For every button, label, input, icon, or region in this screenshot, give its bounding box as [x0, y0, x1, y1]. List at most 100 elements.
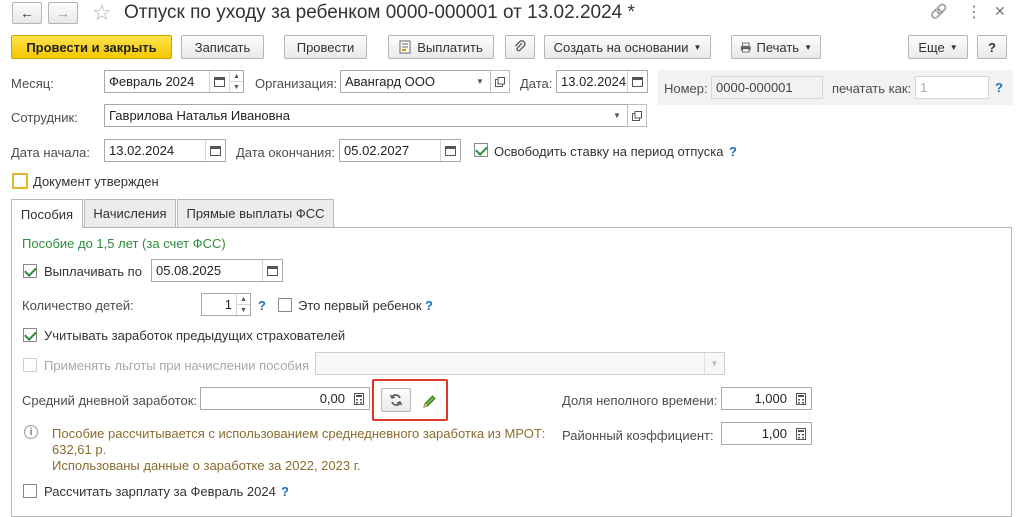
help-icon[interactable]: ? — [258, 298, 266, 313]
first-child-label: Это первый ребенок — [298, 298, 422, 313]
chevron-down-icon: ▼ — [949, 42, 958, 52]
link-icon[interactable]: 🔗 — [930, 3, 947, 20]
pay-until-checkbox[interactable] — [23, 264, 37, 278]
forward-button[interactable]: → — [48, 2, 78, 24]
avg-daily-field[interactable]: 0,00 — [200, 387, 370, 410]
more-menu-icon[interactable]: ⋮ — [966, 2, 982, 22]
favorite-star-icon[interactable]: ☆ — [92, 0, 112, 26]
save-label: Записать — [194, 39, 251, 55]
tab-fss-payments[interactable]: Прямые выплаты ФСС — [177, 199, 334, 227]
calendar-icon — [267, 265, 278, 276]
edit-button[interactable] — [418, 390, 440, 412]
pencil-icon — [422, 394, 436, 408]
apply-benefits-checkbox[interactable] — [23, 358, 37, 372]
end-date-label: Дата окончания: — [236, 145, 335, 160]
first-child-checkbox[interactable] — [278, 298, 292, 312]
avg-daily-label: Средний дневной заработок: — [22, 393, 198, 408]
help-button[interactable]: ? — [977, 35, 1007, 59]
prev-insurers-checkbox[interactable] — [23, 328, 37, 342]
print-button[interactable]: Печать ▼ — [731, 35, 821, 59]
calendar-button[interactable] — [209, 71, 229, 92]
info-icon: i — [24, 425, 38, 439]
children-stepper-buttons[interactable]: ▲ ▼ — [236, 294, 250, 315]
dropdown-button[interactable]: ▼ — [470, 71, 490, 92]
avg-daily-value: 0,00 — [319, 391, 345, 406]
tab-benefits[interactable]: Пособия — [11, 199, 83, 228]
section-title: Пособие до 1,5 лет (за счет ФСС) — [22, 236, 226, 251]
employee-field[interactable]: Гаврилова Наталья Ивановна ▼ — [104, 104, 628, 127]
print-as-field[interactable]: 1 — [915, 76, 989, 99]
number-field[interactable]: 0000-000001 — [711, 76, 823, 99]
calendar-icon — [214, 76, 225, 87]
calendar-icon — [632, 76, 643, 87]
calendar-button[interactable] — [440, 140, 460, 161]
pay-until-field[interactable]: 05.08.2025 — [151, 259, 283, 282]
open-organization-button[interactable] — [490, 70, 510, 93]
attach-button[interactable] — [505, 35, 535, 59]
help-icon[interactable]: ? — [729, 144, 737, 159]
approved-checkbox[interactable] — [12, 173, 28, 189]
benefits-select-value — [316, 353, 704, 374]
help-icon[interactable]: ? — [425, 298, 433, 313]
more-button[interactable]: Еще ▼ — [908, 35, 968, 59]
part-time-field[interactable]: 1,000 — [721, 387, 812, 410]
tab-benefits-label: Пособия — [20, 206, 74, 222]
back-button[interactable]: ← — [12, 2, 42, 24]
regional-coef-field[interactable]: 1,00 — [721, 422, 812, 445]
calendar-button[interactable] — [627, 71, 647, 92]
end-date-value: 05.02.2027 — [344, 143, 410, 158]
employee-value: Гаврилова Наталья Ивановна — [109, 108, 290, 123]
employee-label: Сотрудник: — [11, 110, 78, 125]
calculator-button[interactable] — [791, 388, 811, 409]
open-link-icon — [495, 76, 505, 87]
pay-button[interactable]: Выплатить — [388, 35, 494, 59]
dropdown-button[interactable]: ▼ — [704, 353, 724, 374]
post-button[interactable]: Провести — [284, 35, 367, 59]
tab-accruals[interactable]: Начисления — [84, 199, 176, 227]
chevron-down-icon: ▼ — [693, 42, 702, 52]
calculator-icon — [354, 392, 364, 405]
month-field[interactable]: Февраль 2024 ▲ ▼ — [104, 70, 244, 93]
print-as-value: 1 — [920, 80, 928, 95]
part-time-label: Доля неполного времени: — [562, 393, 718, 408]
refresh-button[interactable] — [381, 388, 411, 412]
month-value: Февраль 2024 — [109, 74, 195, 89]
recalc-salary-checkbox[interactable] — [23, 484, 37, 498]
close-icon[interactable]: ✕ — [994, 3, 1006, 20]
calendar-button[interactable] — [262, 260, 282, 281]
calculator-icon — [796, 427, 806, 440]
calculator-button[interactable] — [349, 388, 369, 409]
organization-field[interactable]: Авангард ООО ▼ — [340, 70, 491, 93]
more-label: Еще — [918, 39, 945, 55]
arrow-left-icon: ← — [20, 5, 34, 21]
pay-until-label: Выплачивать по — [44, 264, 142, 279]
pay-until-value: 05.08.2025 — [156, 263, 222, 278]
children-count-stepper[interactable]: 1 ▲ ▼ — [201, 293, 251, 316]
help-icon[interactable]: ? — [281, 484, 289, 499]
print-as-label: печатать как: — [832, 81, 912, 96]
end-date-field[interactable]: 05.02.2027 — [339, 139, 461, 162]
month-stepper[interactable]: ▲ ▼ — [229, 71, 243, 92]
refresh-icon — [389, 394, 403, 406]
create-based-on-button[interactable]: Создать на основании ▼ — [544, 35, 711, 59]
date-label: Дата: — [520, 76, 553, 91]
calendar-icon — [210, 145, 221, 156]
printer-icon — [740, 42, 751, 52]
calculator-button[interactable] — [791, 423, 811, 444]
date-field[interactable]: 13.02.2024 — [556, 70, 648, 93]
benefits-select[interactable]: ▼ — [315, 352, 725, 375]
post-and-close-button[interactable]: Провести и закрыть — [11, 35, 172, 59]
info-line-2: 632,61 р. — [52, 442, 107, 457]
help-icon[interactable]: ? — [995, 80, 1003, 95]
release-rate-checkbox[interactable] — [474, 143, 488, 157]
open-employee-button[interactable] — [627, 104, 647, 127]
start-date-field[interactable]: 13.02.2024 — [104, 139, 226, 162]
calendar-icon — [445, 145, 456, 156]
window-title: Отпуск по уходу за ребенком 0000-000001 … — [124, 2, 635, 23]
paperclip-icon — [515, 40, 526, 52]
start-date-label: Дата начала: — [11, 145, 90, 160]
save-button[interactable]: Записать — [181, 35, 264, 59]
month-label: Месяц: — [11, 76, 54, 91]
dropdown-button[interactable]: ▼ — [607, 105, 627, 126]
calendar-button[interactable] — [205, 140, 225, 161]
